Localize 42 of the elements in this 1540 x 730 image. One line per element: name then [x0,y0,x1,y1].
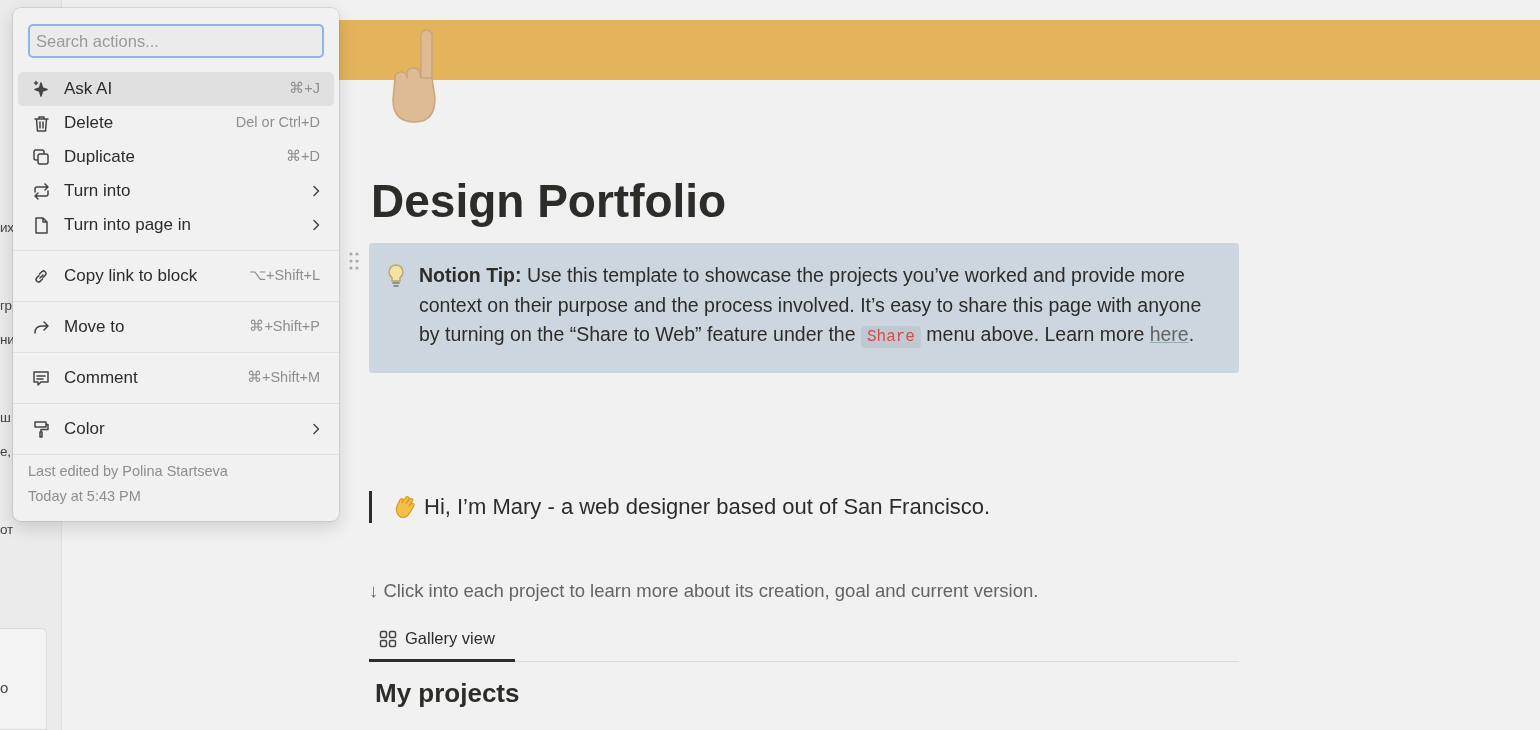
menu-item[interactable]: Color [18,412,334,446]
callout-text: Notion Tip: Use this template to showcase the projects you’ve worked and provide more context on their purpose and the process involved. It’s easy to share this page with anyone by turning on the “Share to Web” feature under the Share menu above. Learn more here. [419,263,1203,351]
section-title: My projects [375,678,521,710]
card-text: о [0,679,9,696]
menu-item[interactable]: Turn into [18,174,334,208]
page-icon [32,216,50,234]
drag-handle-icon[interactable] [348,251,360,272]
shortcut-text: ⌥+Shift+L [249,266,320,286]
edited-by-text: Last edited by Polina Startseva [28,462,229,481]
menu-item[interactable]: Delete Del or Ctrl+D [18,106,334,140]
chevron-right-icon [312,423,320,435]
here-link[interactable]: here [1149,323,1189,346]
description-text: ↓ Click into each project to learn more about its creation, goal and current version. [369,578,1040,603]
shortcut-text: ⌘+Shift+M [246,368,320,388]
view-tab[interactable]: Gallery view [369,620,515,663]
menu-item[interactable]: Duplicate ⌘+D [18,140,334,174]
loop-arrows-icon [32,182,50,200]
duplicate-icon [32,148,50,166]
grid-icon [379,629,397,648]
menu-item[interactable]: Move to ⌘+Shift+P [18,310,334,344]
shortcut-text: ⌘+J [289,79,320,99]
chevron-right-icon [312,219,320,231]
trash-icon [32,114,50,132]
menu-item[interactable]: Comment ⌘+Shift+M [18,361,334,395]
quote-text: Hi, I’m Mary - a web designer based out of San Francisco. [424,493,991,522]
menu-item[interactable]: Copy link to block ⌥+Shift+L [18,259,334,293]
search-field[interactable]: Search actions... [28,24,324,58]
shortcut-text: ⌘+Shift+P [249,317,320,337]
edited-time-text: Today at 5:43 PM [28,487,142,506]
shortcut-text: Del or Ctrl+D [235,113,320,133]
menu-item[interactable]: Turn into page in [18,208,334,242]
lightbulb-icon [387,263,405,290]
paint-roller-icon [32,420,50,438]
menu-item[interactable]: Ask AI ⌘+J [18,72,334,106]
sidebar-item[interactable]: от [0,518,61,542]
link-icon [32,267,50,285]
arrow-right-icon [32,318,50,336]
chevron-right-icon [312,185,320,197]
sparkle-icon [32,80,50,98]
shortcut-text: ⌘+D [286,147,320,167]
comment-icon [32,369,50,387]
page-title: Design Portfolio [371,174,728,229]
